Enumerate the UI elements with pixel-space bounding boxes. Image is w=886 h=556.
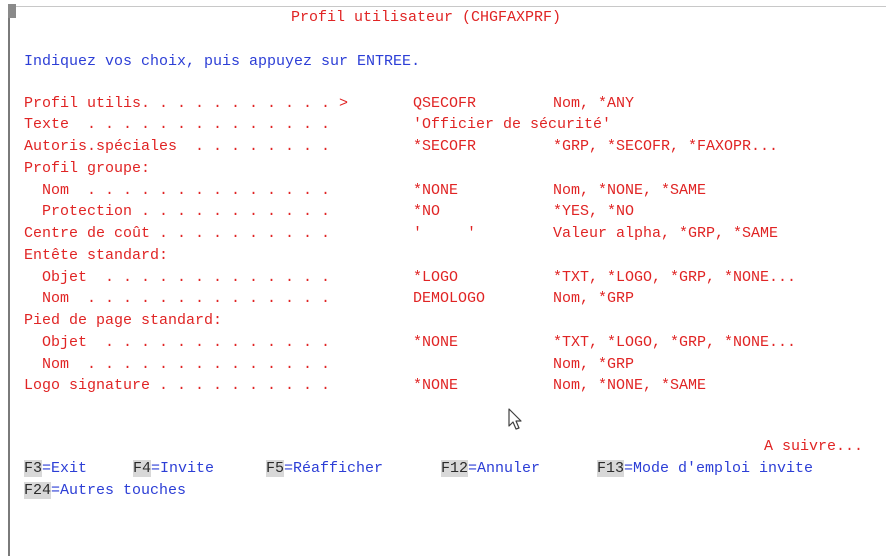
field-input-pied-objet[interactable]: *NONE [413, 333, 458, 353]
field-input-centre-de-cout[interactable]: ' ' [413, 224, 476, 244]
fkey-f12-desc: =Annuler [468, 460, 541, 477]
field-input-autoris-speciales[interactable]: *SECOFR [413, 137, 476, 157]
field-hint-groupe-nom: Nom, *NONE, *SAME [553, 182, 707, 199]
field-label-protection: Protection . . . . . . . . . . . [24, 203, 331, 220]
field-input-pied-nom[interactable] [413, 355, 533, 375]
fkey-f4-desc: =Invite [151, 460, 215, 477]
fkey-f3-exit[interactable]: F3=Exit [24, 459, 87, 479]
fkey-f4-invite[interactable]: F4=Invite [133, 459, 214, 479]
field-input-entete-nom[interactable]: DEMOLOGO [413, 289, 485, 309]
fkey-f12-annuler[interactable]: F12=Annuler [441, 459, 540, 479]
field-label-pied-nom: Nom . . . . . . . . . . . . . . [24, 356, 331, 373]
field-label-autoris-speciales: Autoris.spéciales . . . . . . . . [24, 138, 331, 155]
field-hint-pied-objet: *TXT, *LOGO, *GRP, *NONE... [553, 334, 797, 351]
more-indicator: A suivre... [764, 438, 864, 455]
field-label-logo-signature: Logo signature . . . . . . . . . . [24, 377, 331, 394]
field-input-texte[interactable]: 'Officier de sécurité' [413, 115, 611, 135]
mouse-pointer-icon [508, 408, 522, 430]
field-input-groupe-nom[interactable]: *NONE [413, 181, 458, 201]
fkey-f24-desc: =Autres touches [51, 482, 187, 499]
section-label-profil-groupe: Profil groupe: [24, 160, 151, 177]
fkey-f13-desc: =Mode d'emploi invite [624, 460, 814, 477]
instruction-text: Indiquez vos choix, puis appuyez sur ENT… [24, 53, 421, 70]
field-hint-pied-nom: Nom, *GRP [553, 356, 635, 373]
field-input-logo-signature[interactable]: *NONE [413, 376, 458, 396]
fkey-f4-key: F4 [133, 460, 152, 477]
fkey-f13-mode-emploi[interactable]: F13=Mode d'emploi invite [597, 459, 813, 479]
terminal-screen: Profil utilisateur (CHGFAXPRF) Indiquez … [0, 0, 886, 556]
fkey-f24-autres-touches[interactable]: F24=Autres touches [24, 481, 186, 501]
field-input-entete-objet[interactable]: *LOGO [413, 268, 458, 288]
field-hint-centre-de-cout: Valeur alpha, *GRP, *SAME [553, 225, 779, 242]
field-input-protection[interactable]: *NO [413, 202, 440, 222]
fkey-f3-key: F3 [24, 460, 43, 477]
fkey-f12-key: F12 [441, 460, 469, 477]
field-hint-autoris-speciales: *GRP, *SECOFR, *FAXOPR... [553, 138, 779, 155]
field-label-centre-de-cout: Centre de coût . . . . . . . . . . [24, 225, 331, 242]
field-label-profil-utilis: Profil utilis. . . . . . . . . . . > [24, 95, 358, 112]
field-label-entete-nom: Nom . . . . . . . . . . . . . . [24, 290, 331, 307]
field-hint-entete-objet: *TXT, *LOGO, *GRP, *NONE... [553, 269, 797, 286]
window-left-border [8, 6, 10, 556]
fkey-f5-reafficher[interactable]: F5=Réafficher [266, 459, 383, 479]
field-hint-profil-utilis: Nom, *ANY [553, 95, 635, 112]
field-label-texte: Texte . . . . . . . . . . . . . . [24, 116, 331, 133]
section-label-pied-de-page: Pied de page standard: [24, 312, 223, 329]
window-corner-tab [8, 4, 16, 18]
field-hint-logo-signature: Nom, *NONE, *SAME [553, 377, 707, 394]
field-input-profil-utilis[interactable]: QSECOFR [413, 94, 476, 114]
fkey-f24-key: F24 [24, 482, 52, 499]
fkey-f5-key: F5 [266, 460, 285, 477]
field-label-pied-objet: Objet . . . . . . . . . . . . . [24, 334, 331, 351]
window-top-border [8, 6, 886, 7]
fkey-f13-key: F13 [597, 460, 625, 477]
fkey-f5-desc: =Réafficher [284, 460, 384, 477]
field-label-groupe-nom: Nom . . . . . . . . . . . . . . [24, 182, 331, 199]
fkey-f3-desc: =Exit [42, 460, 88, 477]
field-label-entete-objet: Objet . . . . . . . . . . . . . [24, 269, 331, 286]
screen-title: Profil utilisateur (CHGFAXPRF) [291, 9, 562, 26]
section-label-entete-standard: Entête standard: [24, 247, 169, 264]
field-hint-entete-nom: Nom, *GRP [553, 290, 635, 307]
field-hint-protection: *YES, *NO [553, 203, 635, 220]
